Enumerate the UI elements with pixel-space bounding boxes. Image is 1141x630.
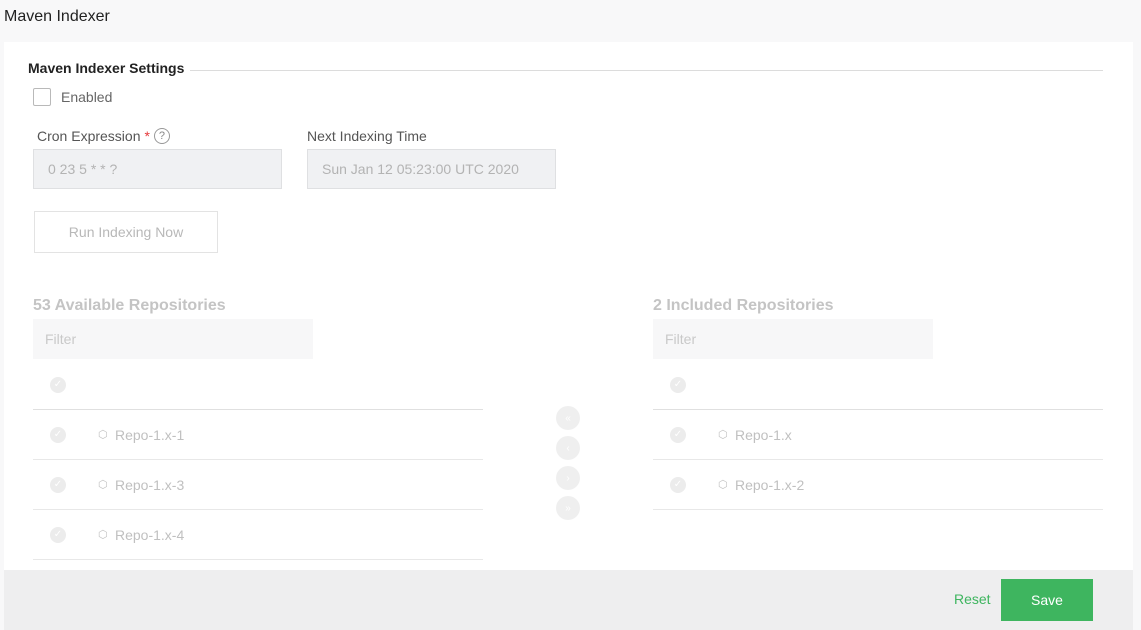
transfer-controls: « ‹ › » [556,406,580,526]
check-circle-icon[interactable]: ✓ [50,426,66,443]
included-select-all-row[interactable]: ✓ [653,360,1103,410]
help-icon[interactable]: ? [153,128,170,144]
repository-icon: ⬡ [718,429,728,441]
section-title: Maven Indexer Settings [28,60,191,76]
list-item[interactable]: ✓ ⬡ Repo-1.x-1 [33,410,483,460]
repository-icon: ⬡ [718,479,728,491]
included-list: ✓ ✓ ⬡ Repo-1.x ✓ ⬡ Repo-1.x-2 [653,360,1103,510]
available-select-all-row[interactable]: ✓ [33,360,483,410]
required-mark: * [144,128,150,144]
repo-name: Repo-1.x-3 [115,476,185,493]
move-all-left-icon[interactable]: « [556,406,580,430]
included-filter-input[interactable]: Filter [653,319,933,359]
next-indexing-time-input[interactable]: Sun Jan 12 05:23:00 UTC 2020 [307,149,556,189]
reset-button[interactable]: Reset [954,591,991,607]
available-repositories-heading: 53 Available Repositories [33,297,226,314]
repository-icon: ⬡ [98,479,108,491]
repo-name: Repo-1.x-1 [115,426,185,443]
check-circle-icon[interactable]: ✓ [50,476,66,493]
select-all-check-icon[interactable]: ✓ [50,376,66,393]
next-time-label-text: Next Indexing Time [307,128,427,144]
run-indexing-now-button[interactable]: Run Indexing Now [34,211,218,253]
available-list: ✓ ✓ ⬡ Repo-1.x-1 ✓ ⬡ Repo-1.x-3 ✓ ⬡ Repo… [33,360,483,560]
save-button[interactable]: Save [1001,579,1093,621]
list-item[interactable]: ✓ ⬡ Repo-1.x [653,410,1103,460]
repo-name: Repo-1.x-4 [115,526,185,543]
repository-icon: ⬡ [98,529,108,541]
page-title: Maven Indexer [4,8,110,25]
footer-bar: Reset Save [4,570,1133,630]
select-all-check-icon[interactable]: ✓ [670,376,686,393]
enabled-label: Enabled [61,89,113,105]
repo-name: Repo-1.x-2 [735,476,805,493]
list-item[interactable]: ✓ ⬡ Repo-1.x-3 [33,460,483,510]
check-circle-icon[interactable]: ✓ [670,476,686,493]
list-item[interactable]: ✓ ⬡ Repo-1.x-4 [33,510,483,560]
next-indexing-time-label: Next Indexing Time [307,128,427,144]
cron-label-text: Cron Expression [37,128,141,144]
repository-icon: ⬡ [98,429,108,441]
enabled-row[interactable]: Enabled [33,88,112,106]
settings-panel: Maven Indexer Settings Enabled Cron Expr… [4,42,1133,570]
enabled-checkbox[interactable] [33,88,51,106]
check-circle-icon[interactable]: ✓ [50,526,66,543]
cron-expression-input[interactable]: 0 23 5 * * ? [33,149,282,189]
move-left-icon[interactable]: ‹ [556,436,580,460]
available-filter-input[interactable]: Filter [33,319,313,359]
move-right-icon[interactable]: › [556,466,580,490]
check-circle-icon[interactable]: ✓ [670,426,686,443]
move-all-right-icon[interactable]: » [556,496,580,520]
cron-expression-label: Cron Expression * ? [37,128,170,144]
repo-name: Repo-1.x [735,426,792,443]
list-item[interactable]: ✓ ⬡ Repo-1.x-2 [653,460,1103,510]
included-repositories-heading: 2 Included Repositories [653,297,834,314]
